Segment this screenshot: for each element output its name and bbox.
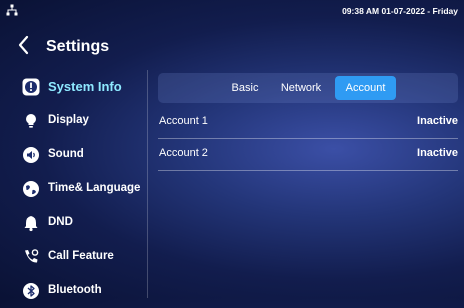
- account-status: Inactive: [417, 147, 458, 159]
- sidebar-item-display[interactable]: Display: [0, 104, 146, 138]
- sidebar-item-sound[interactable]: Sound: [0, 138, 146, 172]
- back-button[interactable]: [12, 32, 36, 58]
- info-icon: [22, 78, 40, 96]
- tab-basic[interactable]: Basic: [222, 76, 268, 100]
- sidebar-item-label: Sound: [48, 148, 84, 160]
- page-title: Settings: [46, 38, 110, 55]
- sidebar-item-time-language[interactable]: Time& Language: [0, 172, 146, 206]
- sidebar-item-label: Call Feature: [48, 250, 114, 262]
- sidebar-item-bluetooth[interactable]: Bluetooth: [0, 274, 146, 308]
- account-name: Account 1: [159, 115, 208, 127]
- clock-date: 09:38 AM 01-07-2022 - Friday: [342, 6, 458, 16]
- sidebar-item-label: DND: [48, 216, 73, 228]
- sidebar-item-system-info[interactable]: System Info: [0, 70, 146, 104]
- bell-icon: [24, 216, 38, 232]
- tab-account[interactable]: Account: [335, 76, 396, 100]
- speaker-icon: [23, 147, 39, 163]
- sidebar-item-dnd[interactable]: DND: [0, 206, 146, 240]
- sidebar-item-label: Display: [48, 114, 89, 126]
- bulb-icon: [26, 114, 36, 128]
- tab-bar: Basic Network Account: [158, 73, 458, 103]
- bluetooth-icon: [23, 283, 39, 299]
- header: Settings: [0, 26, 200, 64]
- account-name: Account 2: [159, 147, 208, 159]
- account-status: Inactive: [417, 115, 458, 127]
- sidebar-item-label: System Info: [48, 79, 122, 94]
- account-row[interactable]: Account 2 Inactive: [158, 139, 458, 171]
- sidebar-item-call-feature[interactable]: Call Feature: [0, 240, 146, 274]
- globe-icon: [23, 181, 39, 197]
- row-divider: [158, 170, 458, 171]
- network-icon: [6, 4, 18, 16]
- sidebar-item-label: Time& Language: [48, 182, 141, 194]
- account-row[interactable]: Account 1 Inactive: [158, 107, 458, 139]
- sidebar-divider: [147, 70, 148, 298]
- sidebar-item-label: Bluetooth: [48, 284, 102, 296]
- phone-settings-icon: [25, 249, 39, 263]
- tab-network[interactable]: Network: [272, 76, 330, 100]
- sidebar: System Info Display Sound Time& Language: [0, 70, 148, 299]
- status-bar: 09:38 AM 01-07-2022 - Friday: [0, 0, 464, 24]
